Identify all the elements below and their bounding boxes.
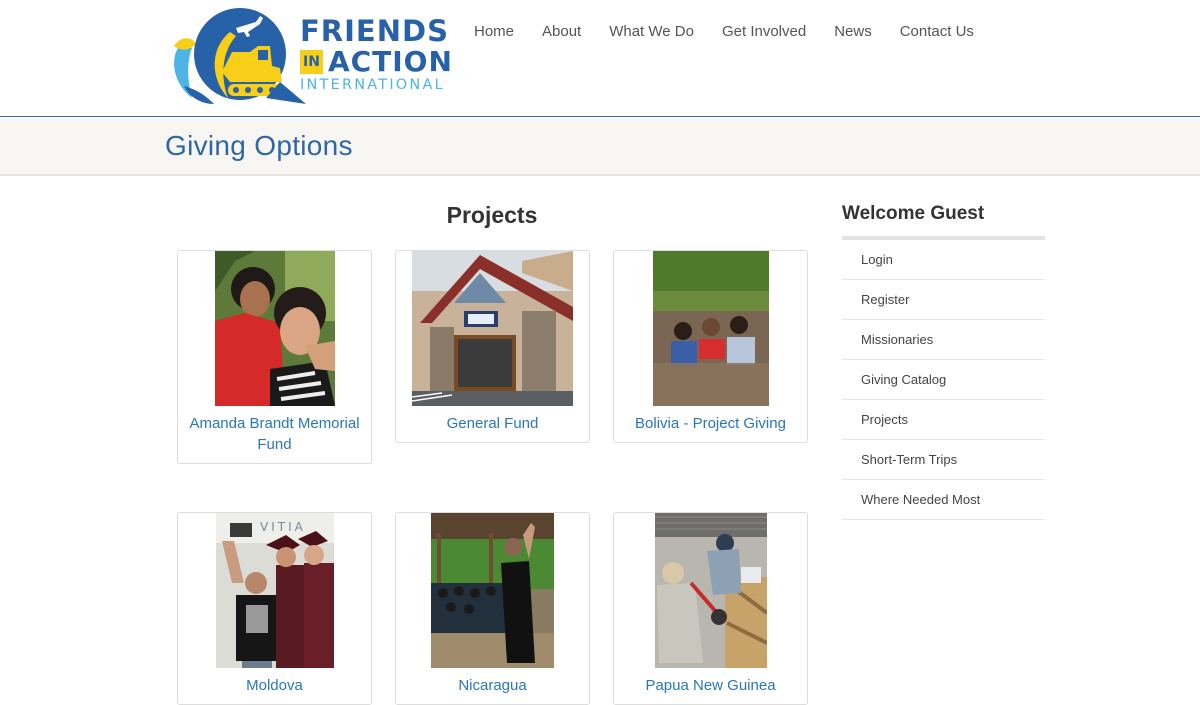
sidebar-item-register[interactable]: Register [842,280,1045,320]
nav-contact-us[interactable]: Contact Us [900,22,974,42]
sidebar-item-giving-catalog[interactable]: Giving Catalog [842,360,1045,400]
nav-get-involved[interactable]: Get Involved [722,22,806,42]
page-title: Giving Options [165,130,353,161]
logo-link[interactable]: FRIENDS IN ACTION INTERNATIONAL [170,6,452,108]
sidebar-item-projects[interactable]: Projects [842,400,1045,440]
svg-text:VITIA: VITIA [260,520,306,534]
logo-in-badge: IN [300,50,323,74]
logo-wordmark: FRIENDS IN ACTION INTERNATIONAL [300,16,453,93]
logo-line-action: ACTION [327,45,453,78]
nav-what-we-do[interactable]: What We Do [609,22,694,42]
project-card-label: Moldova [246,677,303,694]
logo-line-international: INTERNATIONAL [300,77,445,93]
title-band: Giving Options [0,118,1200,176]
logo-emblem-icon [174,8,306,104]
nav-home[interactable]: Home [474,22,514,42]
graduates-selfie-photo: VITIA [215,513,334,668]
welcome-heading: Welcome Guest [842,203,985,224]
project-card-amanda-brandt[interactable]: Amanda Brandt Memorial Fund [177,250,372,464]
project-card-papua-new-guinea[interactable]: Papua New Guinea [613,512,808,705]
sidebar: Welcome Guest Login Register Missionarie… [842,200,1045,520]
project-card-nicaragua[interactable]: Nicaragua [395,512,590,705]
river-baptism-photo [652,251,769,406]
sidebar-item-short-term-trips[interactable]: Short-Term Trips [842,440,1045,480]
project-card-label: General Fund [446,415,539,432]
project-card-label: Papua New Guinea [645,677,776,694]
nav-news[interactable]: News [834,22,872,42]
projects-heading: Projects [446,202,538,228]
logo-line-friends: FRIENDS [300,14,449,48]
sidebar-item-login[interactable]: Login [842,240,1045,280]
project-card-label: Bolivia - Project Giving [635,415,786,432]
site-header: FRIENDS IN ACTION INTERNATIONAL Home Abo… [0,0,1200,117]
outdoor-gathering-photo [431,513,554,668]
project-card-label: Amanda Brandt Memorial Fund [189,415,360,453]
office-building-photo [412,251,573,406]
main-nav: Home About What We Do Get Involved News … [474,22,974,42]
machinery-repair-photo [654,513,767,668]
sidebar-item-where-needed-most[interactable]: Where Needed Most [842,480,1045,520]
nav-about[interactable]: About [542,22,581,42]
sidebar-item-missionaries[interactable]: Missionaries [842,320,1045,360]
project-card-general-fund[interactable]: General Fund [395,250,590,443]
project-card-moldova[interactable]: VITIA Moldova [177,512,372,705]
sidebar-menu: Login Register Missionaries Giving Catal… [842,240,1045,520]
project-card-label: Nicaragua [458,677,527,694]
woman-and-child-photo [214,251,335,406]
project-card-bolivia[interactable]: Bolivia - Project Giving [613,250,808,443]
